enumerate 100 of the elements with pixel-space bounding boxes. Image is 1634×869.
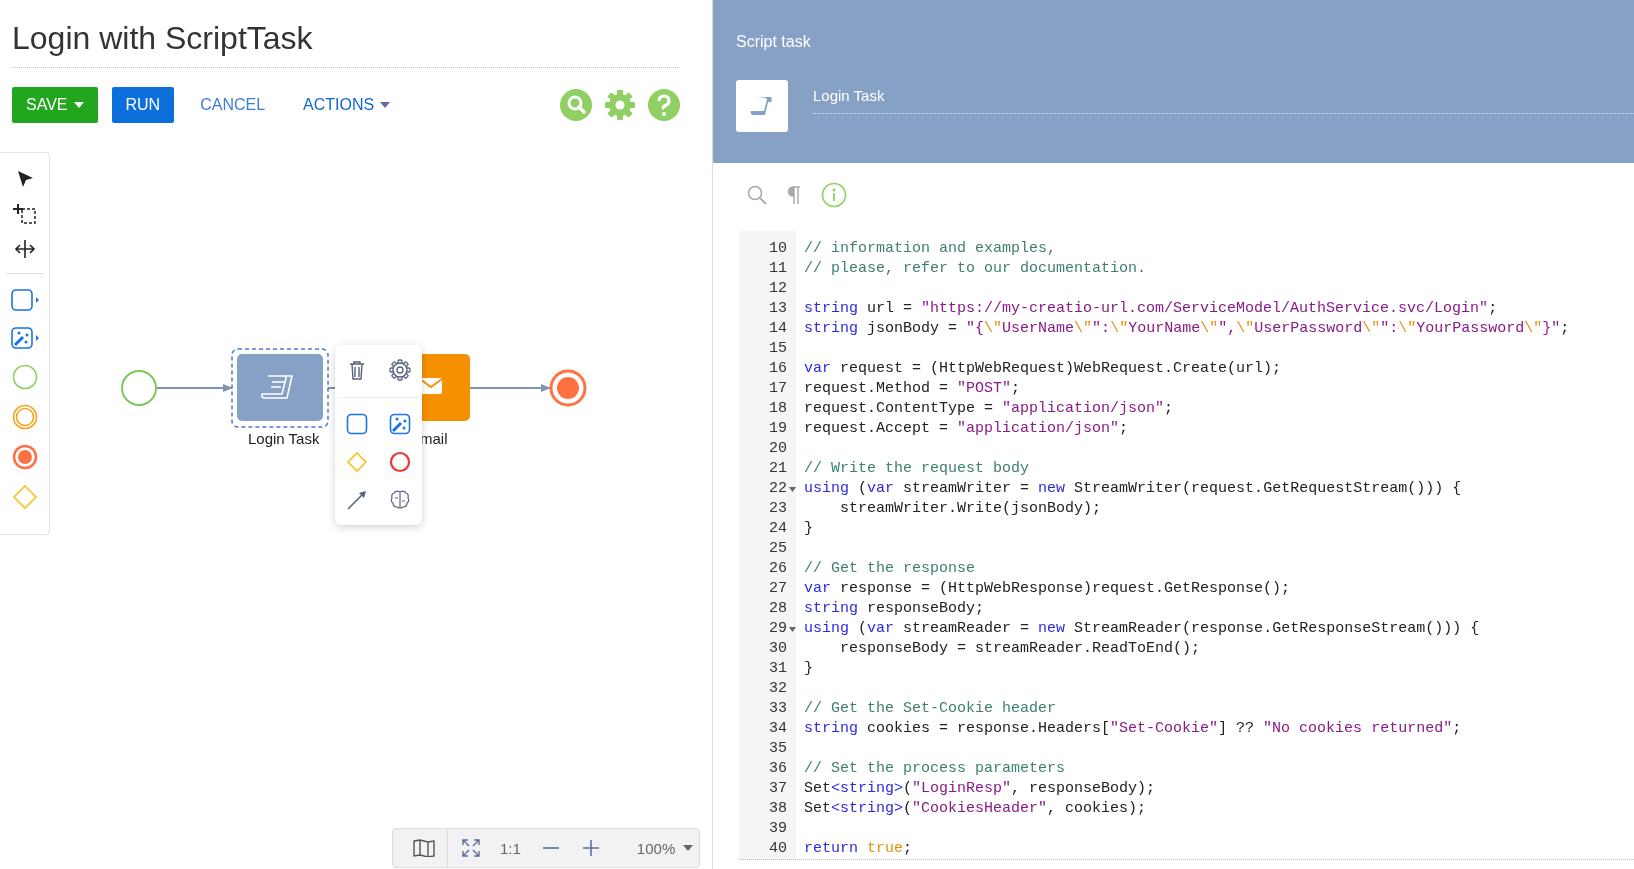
lasso-icon[interactable] [12, 203, 37, 225]
code-line: var request = (HttpWebRequest)WebRequest.Create(url); [804, 359, 1282, 379]
zoom-level-dropdown[interactable]: 100% [636, 839, 694, 857]
end-event-icon[interactable] [11, 444, 38, 470]
end-event-icon[interactable] [389, 451, 412, 474]
code-line: // please, refer to our documentation. [804, 259, 1147, 279]
line-number: 26 [768, 559, 787, 579]
gateway-icon[interactable] [345, 451, 368, 474]
code-line: request.Accept = "application/json"; [804, 419, 1129, 439]
gateway-icon[interactable] [11, 484, 38, 510]
line-number: 11 [768, 259, 787, 279]
brain-icon[interactable] [389, 489, 412, 512]
page-title: Login with ScriptTask [12, 0, 680, 68]
task-icon[interactable] [345, 413, 368, 436]
magic-task-icon[interactable] [9, 326, 40, 350]
magic-task-icon[interactable] [389, 413, 412, 436]
move-icon[interactable] [13, 239, 36, 259]
code-line: Set<string>("CookiesHeader", cookies); [804, 799, 1147, 819]
code-line: string jsonBody = "{\"UserName\"":\"YourName\"",\"UserPassword\"":\"YourPassword\"}"; [804, 319, 1570, 339]
line-number: 27 [768, 579, 787, 599]
code-editor[interactable] [739, 231, 1634, 860]
run-button[interactable]: RUN [111, 87, 175, 123]
fold-caret-icon[interactable] [789, 627, 796, 632]
code-line: // Write the request body [804, 459, 1030, 479]
start-event-icon[interactable] [11, 364, 38, 390]
line-number: 10 [768, 239, 787, 259]
code-line: responseBody = streamReader.ReadToEnd(); [839, 639, 1201, 659]
line-number: 40 [768, 839, 787, 859]
start-event[interactable] [121, 370, 157, 406]
actual-size-button[interactable]: 1:1 [500, 839, 521, 857]
cancel-button[interactable]: CANCEL [188, 87, 278, 123]
code-line: request.Method = "POST"; [804, 379, 1021, 399]
code-line: string url = "https://my-creatio-url.com/ServiceModel/AuthService.svc/Login"; [804, 299, 1498, 319]
line-number: 36 [768, 759, 787, 779]
line-number: 18 [768, 399, 787, 419]
line-number: 29 [739, 619, 787, 639]
caret-icon [380, 102, 391, 108]
line-number: 30 [768, 639, 787, 659]
search-icon[interactable] [747, 185, 767, 205]
code-line: using (var streamReader = new StreamReader(response.GetResponseStream())) { [804, 619, 1480, 639]
code-line: string responseBody; [804, 599, 985, 619]
code-line: streamWriter.Write(jsonBody); [839, 499, 1102, 519]
code-line: } [804, 659, 813, 679]
fold-caret-icon[interactable] [789, 487, 796, 492]
code-line: // information and examples, [804, 239, 1057, 259]
line-number: 33 [768, 699, 787, 719]
line-number: 23 [768, 499, 787, 519]
actions-button[interactable]: ACTIONS [291, 87, 403, 123]
zoom-in-icon[interactable] [582, 840, 599, 856]
line-number: 32 [768, 679, 787, 699]
line-number: 24 [768, 519, 787, 539]
line-number: 12 [768, 279, 787, 299]
code-line: var response = (HttpWebResponse)request.GetResponse(); [804, 579, 1291, 599]
node-label: Login Task [248, 430, 320, 447]
help-icon[interactable] [648, 89, 680, 121]
code-line: string cookies = response.Headers["Set-Cookie"] ?? "No cookies returned"; [804, 719, 1462, 739]
task-name-field[interactable]: Login Task [813, 80, 1634, 114]
trash-icon[interactable] [348, 359, 365, 380]
caret-icon [73, 102, 84, 108]
panel-title: Script task [736, 33, 812, 51]
code-line: request.ContentType = "application/json"; [804, 399, 1174, 419]
script-task-icon [736, 80, 788, 132]
save-button[interactable]: SAVE [12, 87, 98, 123]
end-event[interactable] [549, 369, 587, 407]
task-icon[interactable] [9, 288, 40, 312]
code-line: // Get the Set-Cookie header [804, 699, 1057, 719]
sequence-flow-arrow[interactable] [156, 384, 233, 392]
line-number: 16 [768, 359, 787, 379]
line-number: 20 [768, 439, 787, 459]
line-number: 28 [768, 599, 787, 619]
line-number: 38 [768, 799, 787, 819]
search-icon[interactable] [560, 89, 592, 121]
code-line: Set<string>("LoginResp", responseBody); [804, 779, 1156, 799]
map-icon[interactable] [413, 839, 435, 857]
code-line: // Get the response [804, 559, 976, 579]
caret-icon [683, 845, 694, 851]
line-number: 13 [768, 299, 787, 319]
line-number: 21 [768, 459, 787, 479]
line-number: 34 [768, 719, 787, 739]
line-number: 35 [768, 739, 787, 759]
code-line: } [804, 519, 813, 539]
code-line: return true; [804, 839, 913, 859]
line-number: 14 [768, 319, 787, 339]
code-line: using (var streamWriter = new StreamWriter(request.GetRequestStream())) { [804, 479, 1462, 499]
line-number: 22 [739, 479, 787, 499]
sequence-flow-arrow[interactable] [469, 384, 551, 392]
line-number: 39 [768, 819, 787, 839]
line-number: 17 [768, 379, 787, 399]
line-number: 31 [768, 659, 787, 679]
settings-icon[interactable] [389, 358, 412, 381]
pilcrow-icon[interactable] [787, 186, 801, 204]
intermediate-event-icon[interactable] [11, 404, 38, 430]
code-line: // Set the process parameters [804, 759, 1066, 779]
line-number: 15 [768, 339, 787, 359]
script-task-node[interactable] [237, 354, 323, 421]
fit-screen-icon[interactable] [462, 839, 480, 857]
line-number: 37 [768, 779, 787, 799]
line-number: 25 [768, 539, 787, 559]
info-icon[interactable] [821, 182, 847, 208]
connector-arrow-icon[interactable] [345, 489, 368, 512]
